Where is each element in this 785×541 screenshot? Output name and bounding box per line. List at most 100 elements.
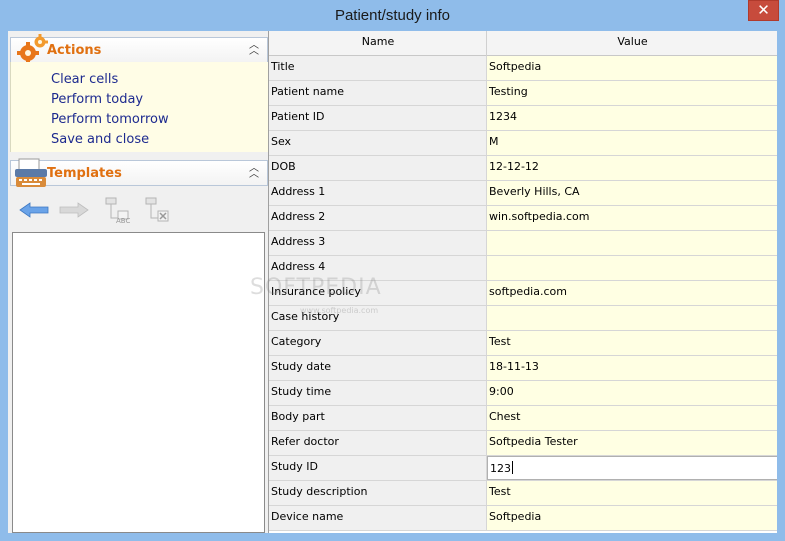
table-row[interactable]: Case history	[269, 306, 777, 331]
actions-title: Actions	[47, 43, 102, 58]
row-value-text: Chest	[489, 410, 521, 423]
chevron-up-icon[interactable]: ︿ ︿	[249, 164, 259, 180]
table-row[interactable]: Sex M	[269, 131, 777, 156]
table-row[interactable]: Category Test	[269, 331, 777, 356]
forward-arrow-icon[interactable]	[56, 196, 92, 224]
row-value-cell[interactable]: M	[487, 131, 777, 155]
save-and-close-link[interactable]: Save and close	[51, 132, 149, 147]
typewriter-icon	[15, 158, 47, 187]
row-value-cell[interactable]: Softpedia	[487, 506, 777, 530]
table-row[interactable]: DOB 12-12-12	[269, 156, 777, 181]
row-value-cell[interactable]: 12-12-12	[487, 156, 777, 180]
row-value-text: 123	[490, 462, 511, 475]
row-name-cell: Study ID	[269, 456, 487, 480]
back-arrow-icon[interactable]	[16, 196, 52, 224]
row-name-cell: Study date	[269, 356, 487, 380]
table-row[interactable]: Body part Chest	[269, 406, 777, 431]
table-row[interactable]: Study time 9:00	[269, 381, 777, 406]
row-name-cell: Patient ID	[269, 106, 487, 130]
row-name-cell: Refer doctor	[269, 431, 487, 455]
perform-tomorrow-link[interactable]: Perform tomorrow	[51, 112, 169, 127]
row-value-cell[interactable]: softpedia.com	[487, 281, 777, 305]
row-value-cell[interactable]: 18-11-13	[487, 356, 777, 380]
row-value-text: Softpedia	[489, 510, 542, 523]
templates-toolbar: ABC	[10, 190, 268, 230]
row-value-text: Test	[489, 335, 511, 348]
row-value-text: win.softpedia.com	[489, 210, 590, 223]
perform-today-link[interactable]: Perform today	[51, 92, 143, 107]
rename-template-icon[interactable]: ABC	[102, 196, 138, 224]
table-row[interactable]: Address 2 win.softpedia.com	[269, 206, 777, 231]
table-row[interactable]: Address 4	[269, 256, 777, 281]
row-value-cell[interactable]: Softpedia	[487, 56, 777, 80]
table-row[interactable]: Study description Test	[269, 481, 777, 506]
window-frame-bottom	[0, 533, 785, 541]
clear-cells-link[interactable]: Clear cells	[51, 72, 118, 87]
row-value-text: Softpedia Tester	[489, 435, 578, 448]
row-name-cell: Body part	[269, 406, 487, 430]
row-name-cell: Address 1	[269, 181, 487, 205]
row-value-text: 1234	[489, 110, 517, 123]
actions-panel-header[interactable]: Actions ︿ ︿	[10, 34, 268, 64]
row-name-cell: Insurance policy	[269, 281, 487, 305]
templates-list[interactable]	[12, 232, 265, 533]
table-row[interactable]: Patient ID 1234	[269, 106, 777, 131]
chevron-up-icon[interactable]: ︿ ︿	[249, 41, 259, 57]
row-name-cell: Title	[269, 56, 487, 80]
templates-panel-header[interactable]: Templates ︿ ︿	[10, 158, 268, 187]
row-value-text: 12-12-12	[489, 160, 539, 173]
window-title: Patient/study info	[334, 7, 451, 24]
row-value-cell[interactable]: Test	[487, 331, 777, 355]
row-name-cell: Category	[269, 331, 487, 355]
text-cursor	[512, 461, 513, 474]
table-row[interactable]: Title Softpedia	[269, 56, 777, 81]
row-value-cell[interactable]: Beverly Hills, CA	[487, 181, 777, 205]
row-value-text: Softpedia	[489, 60, 542, 73]
row-value-text: Testing	[489, 85, 528, 98]
table-row[interactable]: Address 3	[269, 231, 777, 256]
gears-icon	[17, 34, 48, 64]
row-name-cell: Case history	[269, 306, 487, 330]
row-name-cell: Study time	[269, 381, 487, 405]
row-name-cell: Device name	[269, 506, 487, 530]
table-row[interactable]: Refer doctor Softpedia Tester	[269, 431, 777, 456]
row-value-text: Test	[489, 485, 511, 498]
row-value-text: softpedia.com	[489, 285, 567, 298]
row-value-cell[interactable]: 123	[487, 456, 777, 480]
row-value-cell[interactable]: Chest	[487, 406, 777, 430]
row-value-cell[interactable]: Softpedia Tester	[487, 431, 777, 455]
row-value-cell[interactable]: 1234	[487, 106, 777, 130]
column-header-value[interactable]: Value	[487, 35, 777, 48]
row-value-cell[interactable]	[487, 256, 777, 280]
row-name-cell: Address 3	[269, 231, 487, 255]
row-value-cell[interactable]: Testing	[487, 81, 777, 105]
table-row[interactable]: Address 1 Beverly Hills, CA	[269, 181, 777, 206]
row-name-cell: Address 4	[269, 256, 487, 280]
row-value-text: 18-11-13	[489, 360, 539, 373]
templates-title: Templates	[47, 166, 122, 181]
row-value-text: Beverly Hills, CA	[489, 185, 580, 198]
table-row[interactable]: Device name Softpedia	[269, 506, 777, 531]
row-value-cell[interactable]: Test	[487, 481, 777, 505]
row-name-cell: Patient name	[269, 81, 487, 105]
row-value-text: 9:00	[489, 385, 514, 398]
table-row[interactable]: Patient name Testing	[269, 81, 777, 106]
row-name-cell: DOB	[269, 156, 487, 180]
row-value-cell[interactable]: 9:00	[487, 381, 777, 405]
row-name-cell: Address 2	[269, 206, 487, 230]
left-pane: Actions ︿ ︿ Clear cells Perform today Per…	[8, 31, 268, 533]
table-row[interactable]: Study ID 123	[269, 456, 777, 481]
row-value-cell[interactable]	[487, 231, 777, 255]
column-header-name[interactable]: Name	[269, 35, 487, 48]
row-name-cell: Study description	[269, 481, 487, 505]
table-row[interactable]: Study date 18-11-13	[269, 356, 777, 381]
delete-template-icon[interactable]	[142, 196, 178, 224]
grid-header: Name Value	[269, 31, 777, 56]
patient-info-grid: Name Value Title Softpedia Patient name Tes…	[268, 31, 777, 533]
close-button[interactable]: ✕	[748, 0, 779, 21]
row-value-cell[interactable]	[487, 306, 777, 330]
row-name-cell: Sex	[269, 131, 487, 155]
table-row[interactable]: Insurance policy softpedia.com	[269, 281, 777, 306]
row-value-cell[interactable]: win.softpedia.com	[487, 206, 777, 230]
svg-text:ABC: ABC	[116, 217, 130, 224]
